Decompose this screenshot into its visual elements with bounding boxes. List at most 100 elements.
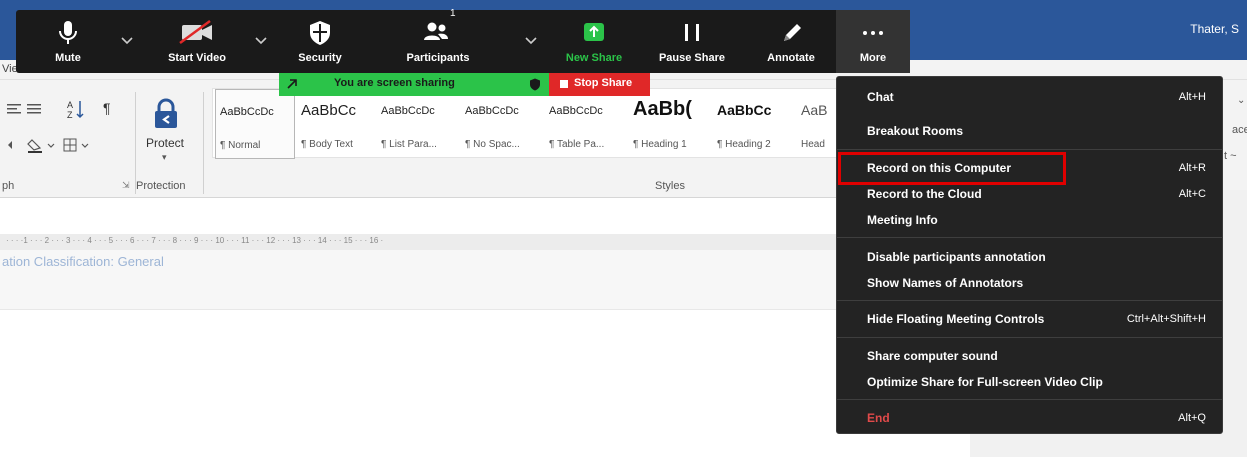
stop-share-label: Stop Share — [574, 77, 633, 89]
style-sample: AaBb( — [633, 98, 692, 120]
group-label-styles: Styles — [655, 180, 685, 192]
pilcrow-icon[interactable]: ¶ — [102, 100, 114, 116]
pencil-icon — [784, 24, 801, 41]
start-video-button[interactable]: Start Video — [158, 10, 236, 73]
chevron-down-icon[interactable] — [254, 36, 268, 46]
style-name: ¶ No Spac... — [465, 139, 520, 150]
pause-share-button[interactable]: Pause Share — [650, 10, 734, 73]
style-sample: AaBbCcDc — [549, 105, 603, 117]
menu-item-label: Breakout Rooms — [867, 124, 964, 138]
style-name: Head — [801, 139, 825, 150]
chevron-down-icon[interactable] — [524, 36, 538, 46]
align-buttons-icon[interactable] — [6, 102, 46, 118]
menu-item-meeting-info[interactable]: Meeting Info — [837, 210, 1222, 230]
pause-icon — [685, 24, 699, 41]
sort-icon[interactable]: A Z — [66, 98, 86, 120]
ellipsis-icon — [863, 31, 883, 35]
svg-text:Z: Z — [67, 110, 73, 120]
menu-item-label: Chat — [867, 90, 894, 104]
style-table-paragraph[interactable]: AaBbCcDc ¶ Table Pa... — [545, 89, 629, 159]
menu-item-shortcut: Ctrl+Alt+Shift+H — [1126, 313, 1206, 325]
lock-icon[interactable] — [151, 98, 181, 130]
more-label: More — [859, 52, 887, 64]
menu-item-optimize-share-for-full-screen-video-clip[interactable]: Optimize Share for Full-screen Video Cli… — [837, 372, 1222, 392]
menu-divider — [837, 399, 1222, 400]
style-heading-1[interactable]: AaBb( ¶ Heading 1 — [629, 89, 713, 159]
select-fragment[interactable]: t ~ — [1224, 150, 1237, 162]
menu-item-label: Optimize Share for Full-screen Video Cli… — [867, 375, 1103, 389]
menu-item-end[interactable]: End Alt+Q — [837, 408, 1222, 428]
style-sample: AaBbCcDc — [465, 105, 519, 117]
more-menu: Chat Alt+H Breakout Rooms Record on this… — [836, 76, 1223, 434]
menu-item-record-to-the-cloud[interactable]: Record to the Cloud Alt+C — [837, 184, 1222, 204]
replace-fragment[interactable]: ace — [1232, 124, 1247, 136]
style-normal[interactable]: AaBbCcDc ¶ Normal — [215, 89, 295, 159]
new-share-label: New Share — [565, 52, 623, 64]
security-label: Security — [298, 52, 342, 64]
chevron-down-icon[interactable]: ⌄ — [1237, 95, 1245, 106]
menu-item-disable-participants-annotation[interactable]: Disable participants annotation — [837, 247, 1222, 267]
menu-item-shortcut: Alt+C — [1178, 188, 1206, 200]
share-screen-icon — [584, 23, 604, 41]
menu-item-shortcut: Alt+H — [1178, 91, 1206, 103]
ribbon-divider — [135, 92, 136, 194]
style-sample: AaBbCc — [717, 102, 772, 118]
shading-borders-icon[interactable] — [6, 136, 116, 154]
menu-item-breakout-rooms[interactable]: Breakout Rooms — [837, 121, 1222, 141]
annotate-label: Annotate — [767, 52, 815, 64]
ruler-marks: · · · ·1 · · · 2 · · · 3 · · · 4 · · · 5… — [6, 236, 384, 245]
participants-button[interactable]: 1 Participants — [392, 8, 484, 73]
style-name: ¶ Normal — [220, 140, 261, 151]
menu-item-label: Hide Floating Meeting Controls — [867, 312, 1045, 326]
video-off-icon — [179, 20, 212, 45]
chevron-down-icon[interactable] — [120, 36, 134, 46]
participant-count-badge: 1 — [450, 8, 456, 19]
mute-label: Mute — [55, 52, 81, 64]
style-body-text[interactable]: AaBbCc ¶ Body Text — [297, 89, 377, 159]
style-name: ¶ Body Text — [301, 139, 353, 150]
style-name: ¶ List Para... — [381, 139, 437, 150]
style-sample: AaBbCc — [301, 102, 357, 119]
security-button[interactable]: Security — [286, 10, 354, 73]
stop-share-button[interactable]: Stop Share — [549, 73, 650, 96]
svg-text:A: A — [67, 100, 73, 110]
ribbon-divider — [203, 92, 204, 194]
style-heading-2[interactable]: AaBbCc ¶ Heading 2 — [713, 89, 797, 159]
style-name: ¶ Table Pa... — [549, 139, 605, 150]
pause-share-label: Pause Share — [658, 52, 726, 64]
menu-divider — [837, 300, 1222, 301]
menu-item-hide-floating-meeting-controls[interactable]: Hide Floating Meeting Controls Ctrl+Alt+… — [837, 309, 1222, 329]
account-name[interactable]: Thater, S — [1190, 22, 1239, 36]
dialog-launcher-icon[interactable]: ⇲ — [122, 180, 130, 191]
menu-item-share-computer-sound[interactable]: Share computer sound — [837, 346, 1222, 366]
style-no-spacing[interactable]: AaBbCcDc ¶ No Spac... — [461, 89, 545, 159]
screen: Thater, S Vie A Z ¶ Protect ▾ ph ⇲ Prote… — [0, 0, 1247, 457]
svg-text:¶: ¶ — [103, 100, 111, 116]
microphone-icon — [59, 21, 77, 44]
menu-item-label: Record to the Cloud — [867, 187, 982, 201]
menu-item-label: Meeting Info — [867, 213, 938, 227]
more-button[interactable]: More — [836, 10, 910, 73]
style-sample: AaBbCcDc — [220, 106, 274, 118]
start-video-label: Start Video — [168, 52, 226, 64]
menu-item-label: Disable participants annotation — [867, 250, 1046, 264]
menu-item-show-names-of-annotators[interactable]: Show Names of Annotators — [837, 273, 1222, 293]
annotate-button[interactable]: Annotate — [756, 10, 826, 73]
new-share-button[interactable]: New Share — [556, 10, 632, 73]
mute-button[interactable]: Mute — [34, 10, 102, 73]
style-list-paragraph[interactable]: AaBbCcDc ¶ List Para... — [377, 89, 461, 159]
screen-sharing-text: You are screen sharing — [334, 77, 455, 89]
menu-item-label: End — [867, 411, 890, 425]
shield-icon — [530, 78, 540, 91]
menu-item-chat[interactable]: Chat Alt+H — [837, 87, 1222, 107]
classification-label: ation Classification: General — [2, 254, 164, 269]
styles-gallery: AaBbCcDc ¶ Normal AaBbCc ¶ Body Text AaB… — [212, 88, 842, 159]
chevron-down-icon[interactable]: ▾ — [162, 152, 167, 163]
menu-item-label: Show Names of Annotators — [867, 276, 1024, 290]
screen-sharing-banner[interactable]: You are screen sharing — [279, 73, 549, 96]
protect-button[interactable]: Protect — [146, 136, 184, 150]
shield-icon — [310, 21, 330, 45]
highlight-annotation-box — [838, 152, 1066, 185]
drag-handle-icon[interactable] — [285, 77, 299, 91]
group-label-protection: Protection — [136, 180, 186, 192]
